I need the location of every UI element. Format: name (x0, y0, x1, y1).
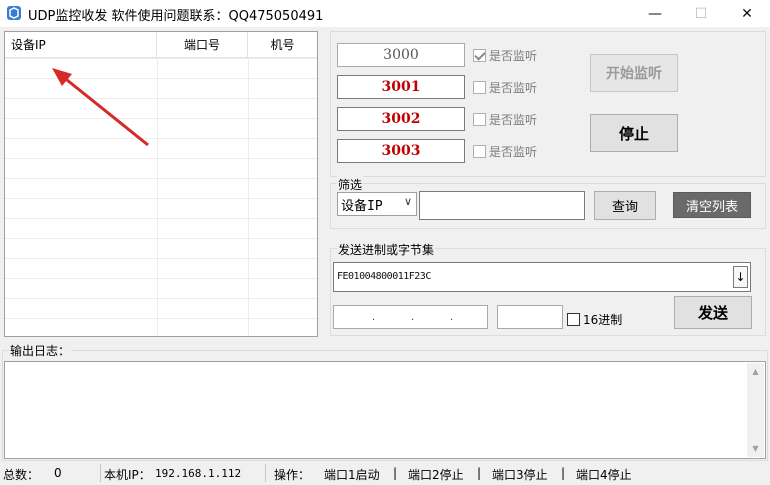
scroll-down-icon[interactable]: ▼ (747, 440, 764, 457)
target-ip-input[interactable]: . . . (333, 305, 488, 329)
filter-label: 筛选 (337, 176, 364, 193)
checkbox-box[interactable] (567, 312, 580, 326)
listen-checkbox-3[interactable]: 是否监听 (473, 111, 537, 127)
clear-list-button[interactable]: 清空列表 (673, 192, 751, 218)
status-divider (265, 464, 266, 482)
grid-divider (248, 58, 249, 336)
checkbox-box[interactable] (473, 144, 486, 158)
port-input-2[interactable]: 3001 (337, 75, 465, 99)
log-label: 输出日志： (9, 342, 72, 359)
column-header-machine-id[interactable]: 机号 (248, 32, 317, 58)
query-button[interactable]: 查询 (594, 191, 656, 220)
scroll-up-icon[interactable]: ▲ (747, 363, 764, 380)
send-data-value: FE01004800011F23C (337, 271, 431, 282)
status-pipe: | (477, 466, 482, 480)
total-value: 0 (54, 466, 62, 480)
device-list-header: 设备IP 端口号 机号 (5, 32, 317, 58)
port2-status: 端口2停止 (408, 468, 464, 482)
status-pipe: | (393, 466, 398, 480)
ip-dot: . (411, 312, 415, 323)
send-data-input[interactable]: FE01004800011F23C ↓ (333, 262, 751, 292)
column-header-device-ip[interactable]: 设备IP (5, 32, 157, 58)
column-header-port[interactable]: 端口号 (157, 32, 248, 58)
status-divider (100, 464, 101, 482)
listen-checkbox-4[interactable]: 是否监听 (473, 143, 537, 159)
checkbox-box[interactable] (473, 48, 486, 62)
checkbox-box[interactable] (473, 80, 486, 94)
title-bar: UDP监控收发 软件使用问题联系：QQ475050491 — ☐ ✕ (0, 0, 770, 27)
chevron-down-icon: ∨ (403, 195, 412, 208)
ip-dot: . (450, 312, 454, 323)
status-pipe: | (561, 466, 566, 480)
maximize-button[interactable]: ☐ (678, 0, 724, 27)
checkbox-label: 是否监听 (489, 48, 538, 63)
checkbox-box[interactable] (473, 112, 486, 126)
port1-status: 端口1启动 (324, 468, 380, 482)
hex-mode-label: 16进制 (583, 312, 623, 327)
start-listen-button[interactable]: 开始监听 (590, 54, 678, 92)
filter-field-select[interactable]: 设备IP ∨ (337, 192, 417, 216)
filter-field-value: 设备IP (341, 199, 383, 214)
port3-status: 端口3停止 (492, 468, 548, 482)
listen-checkbox-1[interactable]: 是否监听 (473, 47, 537, 63)
history-dropdown-button[interactable]: ↓ (733, 266, 748, 288)
send-button[interactable]: 发送 (674, 296, 752, 329)
port-input-3[interactable]: 3002 (337, 107, 465, 131)
device-list-grid (5, 58, 317, 336)
log-scrollbar[interactable]: ▲ ▼ (747, 363, 764, 457)
local-ip-label: 本机IP： (104, 468, 151, 482)
stop-button[interactable]: 停止 (590, 114, 678, 152)
checkbox-label: 是否监听 (489, 112, 538, 127)
checkbox-label: 是否监听 (489, 144, 538, 159)
port-input-1[interactable]: 3000 (337, 43, 465, 67)
close-button[interactable]: ✕ (724, 0, 770, 27)
listen-checkbox-2[interactable]: 是否监听 (473, 79, 537, 95)
ip-dot: . (372, 312, 376, 323)
window-title: UDP监控收发 软件使用问题联系：QQ475050491 (28, 9, 324, 24)
log-output[interactable]: ▲ ▼ (4, 361, 766, 459)
minimize-button[interactable]: — (632, 0, 678, 27)
port-input-4[interactable]: 3003 (337, 139, 465, 163)
port4-status: 端口4停止 (576, 468, 632, 482)
grid-divider (157, 58, 158, 336)
send-format-label: 发送进制或字节集 (337, 241, 436, 258)
operation-label: 操作： (274, 468, 311, 482)
checkbox-label: 是否监听 (489, 80, 538, 95)
device-list[interactable]: 设备IP 端口号 机号 (4, 31, 318, 337)
app-icon (7, 6, 21, 20)
hex-mode-checkbox[interactable]: 16进制 (567, 311, 622, 327)
total-label: 总数： (3, 468, 40, 482)
filter-input[interactable] (419, 191, 585, 220)
target-port-input[interactable] (497, 305, 563, 329)
local-ip-value: 192.168.1.112 (155, 467, 242, 480)
